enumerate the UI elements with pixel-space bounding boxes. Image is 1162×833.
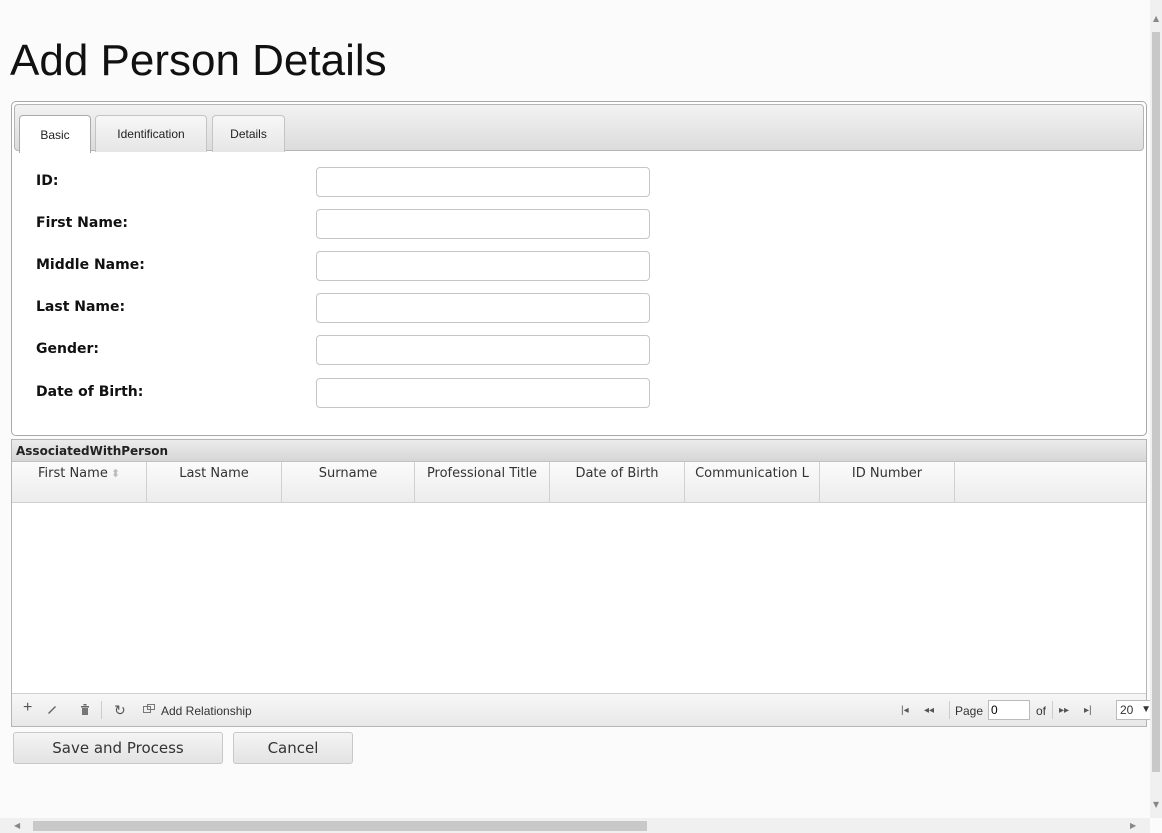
column-header-professional-title[interactable]: Professional Title	[415, 462, 550, 502]
save-and-process-button[interactable]: Save and Process	[13, 732, 223, 764]
id-field[interactable]	[316, 167, 650, 197]
id-label: ID:	[36, 173, 59, 189]
refresh-icon[interactable]: ↻	[114, 703, 126, 717]
vertical-scroll-thumb[interactable]	[1152, 32, 1160, 772]
page-number-input[interactable]	[988, 700, 1030, 720]
add-relationship-icon[interactable]	[143, 703, 155, 717]
rows-per-page-value: 20	[1120, 703, 1134, 717]
gender-field[interactable]	[316, 335, 650, 365]
tab-basic[interactable]: Basic	[19, 115, 91, 153]
tab-panel: Basic Identification Details ID: First N…	[11, 101, 1147, 436]
date-of-birth-label: Date of Birth:	[36, 384, 144, 400]
grid-body	[12, 503, 1146, 693]
sort-icon: ⬍	[110, 467, 121, 480]
column-header-first-name[interactable]: First Name ⬍	[12, 462, 147, 502]
gender-label: Gender:	[36, 341, 99, 357]
trash-icon[interactable]	[79, 703, 91, 719]
first-name-field[interactable]	[316, 209, 650, 239]
grid-header: First Name ⬍ Last Name Surname Profession…	[12, 462, 1146, 503]
column-header-communication[interactable]: Communication L	[685, 462, 820, 502]
horizontal-scroll-thumb[interactable]	[33, 821, 647, 831]
first-page-icon[interactable]: |◂	[901, 704, 909, 718]
tab-bar: Basic Identification Details	[14, 104, 1144, 153]
last-name-field[interactable]	[316, 293, 650, 323]
date-of-birth-field[interactable]	[316, 378, 650, 408]
grid-pager: + ↻ Add Relationship |◂ ◂◂ Page of ▸▸ ▸|…	[12, 693, 1154, 726]
column-header-last-name[interactable]: Last Name	[147, 462, 282, 502]
last-name-label: Last Name:	[36, 299, 126, 315]
scroll-left-icon[interactable]: ◀	[14, 821, 20, 830]
column-header-id-number[interactable]: ID Number	[820, 462, 955, 502]
column-header-surname[interactable]: Surname	[282, 462, 415, 502]
column-label: First Name	[37, 466, 108, 481]
first-name-label: First Name:	[36, 215, 129, 231]
column-header-date-of-birth[interactable]: Date of Birth	[550, 462, 685, 502]
middle-name-label: Middle Name:	[36, 257, 145, 273]
of-label: of	[1036, 704, 1047, 718]
scroll-up-icon[interactable]: ▲	[1153, 14, 1159, 23]
prev-page-icon[interactable]: ◂◂	[924, 704, 934, 718]
scroll-right-icon[interactable]: ▶	[1130, 821, 1136, 830]
pager-separator	[1052, 701, 1053, 719]
horizontal-scrollbar[interactable]: ◀ ▶	[0, 818, 1150, 833]
associated-person-grid: AssociatedWithPerson First Name ⬍ Last Na…	[11, 439, 1154, 727]
last-page-icon[interactable]: ▸|	[1084, 704, 1092, 718]
page-title: Add Person Details	[10, 36, 387, 85]
toolbar-separator	[101, 701, 102, 719]
middle-name-field[interactable]	[316, 251, 650, 281]
tab-details[interactable]: Details	[212, 115, 285, 152]
tab-identification[interactable]: Identification	[95, 115, 207, 152]
cancel-button[interactable]: Cancel	[233, 732, 353, 764]
pager-separator	[949, 701, 950, 719]
scroll-down-icon[interactable]: ▼	[1153, 800, 1159, 809]
page-label: Page	[955, 704, 984, 718]
add-relationship-button[interactable]: Add Relationship	[161, 704, 252, 718]
plus-icon[interactable]: +	[23, 700, 32, 716]
rows-per-page-select[interactable]: 20 ▼	[1116, 700, 1154, 720]
vertical-scrollbar[interactable]: ▲ ▼	[1150, 0, 1162, 818]
pencil-icon[interactable]	[46, 703, 58, 718]
next-page-icon[interactable]: ▸▸	[1059, 704, 1069, 718]
grid-caption: AssociatedWithPerson	[12, 440, 1146, 462]
